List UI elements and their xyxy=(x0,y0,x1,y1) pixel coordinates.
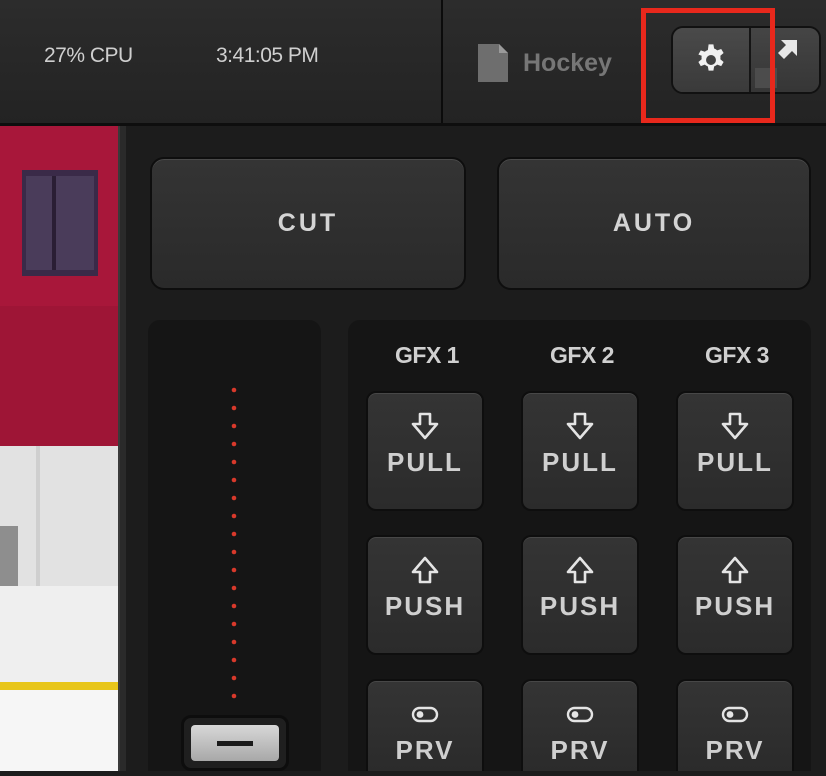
document-name[interactable]: Hockey xyxy=(523,49,612,78)
pull-label: PULL xyxy=(387,447,463,477)
gfx-3-prv-button[interactable]: PRV xyxy=(676,679,794,771)
prv-label: PRV xyxy=(705,735,765,765)
push-label: PUSH xyxy=(539,591,621,621)
t-bar-grip xyxy=(191,725,279,761)
gfx-2-prv-button[interactable]: PRV xyxy=(521,679,639,771)
gfx-3-push-button[interactable]: PUSH xyxy=(676,535,794,655)
gfx-1-pull-button[interactable]: PULL xyxy=(366,391,484,511)
auto-button[interactable]: AUTO xyxy=(497,157,811,290)
preview-separator xyxy=(118,126,126,771)
gfx-2-pull-button[interactable]: PULL xyxy=(521,391,639,511)
document-icon xyxy=(478,44,508,82)
gfx-3-header: GFX 3 xyxy=(705,342,769,368)
prv-label: PRV xyxy=(550,735,610,765)
arrow-down-icon xyxy=(566,412,594,440)
clock: 3:41:05 PM xyxy=(216,44,319,67)
pull-label: PULL xyxy=(542,447,618,477)
prv-label: PRV xyxy=(395,735,455,765)
t-bar-track xyxy=(231,387,237,699)
gfx-2-push-button[interactable]: PUSH xyxy=(521,535,639,655)
preview-thumbnail[interactable] xyxy=(0,126,118,771)
cpu-usage: 27% CPU xyxy=(44,44,133,67)
t-bar-handle[interactable] xyxy=(181,715,289,771)
gfx-3-pull-button[interactable]: PULL xyxy=(676,391,794,511)
settings-highlight xyxy=(641,8,775,123)
push-label: PUSH xyxy=(384,591,466,621)
arrow-down-icon xyxy=(721,412,749,440)
arrow-up-icon xyxy=(566,556,594,584)
gfx-2-header: GFX 2 xyxy=(550,342,614,368)
gfx-1-push-button[interactable]: PUSH xyxy=(366,535,484,655)
arrow-down-icon xyxy=(411,412,439,440)
top-bar: 27% CPU 3:41:05 PM Hockey xyxy=(0,0,826,126)
hockey-rink-image xyxy=(0,126,118,771)
arrow-up-icon xyxy=(721,556,749,584)
toggle-icon xyxy=(411,706,439,723)
push-label: PUSH xyxy=(694,591,776,621)
toggle-icon xyxy=(566,706,594,723)
gfx-1-prv-button[interactable]: PRV xyxy=(366,679,484,771)
gfx-1-header: GFX 1 xyxy=(395,342,459,368)
toggle-icon xyxy=(721,706,749,723)
t-bar-panel xyxy=(148,320,321,771)
cut-button[interactable]: CUT xyxy=(150,157,466,290)
topbar-divider xyxy=(441,0,443,123)
pull-label: PULL xyxy=(697,447,773,477)
arrow-up-icon xyxy=(411,556,439,584)
